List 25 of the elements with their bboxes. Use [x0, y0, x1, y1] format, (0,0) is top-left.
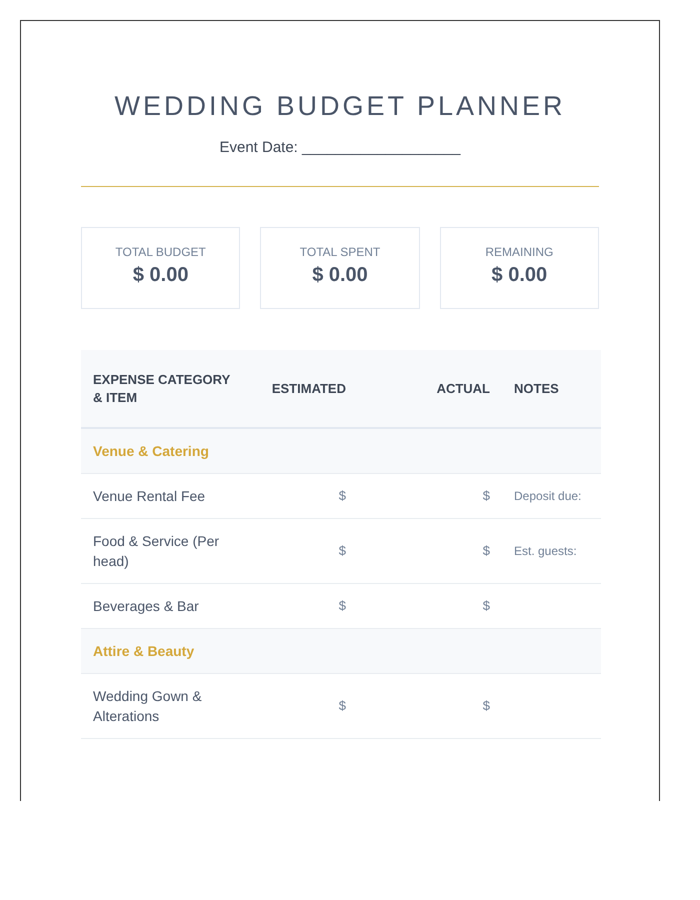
column-header: EXPENSE CATEGORY & ITEM: [81, 350, 250, 428]
table-cell: Wedding Gown & Alterations: [81, 674, 250, 738]
category-heading: Attire & Beauty: [81, 628, 601, 674]
table-cell: $: [358, 518, 502, 584]
column-header: NOTES: [502, 350, 601, 428]
table-cell: Venue Rental Fee: [81, 474, 250, 518]
card-label: TOTAL SPENT: [300, 245, 380, 259]
column-header: ESTIMATED: [250, 350, 358, 428]
card-value: $ 0.00: [312, 264, 368, 287]
table-cell: Food & Service (Per head): [81, 518, 250, 584]
event-date-line: Event Date: ___________________: [218, 139, 462, 156]
table-cell: Deposit due:: [502, 474, 601, 518]
table-cell: Est. guests:: [502, 518, 601, 584]
page-title: WEDDING BUDGET PLANNER: [113, 91, 567, 122]
table-cell: $: [250, 474, 358, 518]
card-label: TOTAL BUDGET: [115, 245, 206, 259]
table-cell: $: [358, 474, 502, 518]
table-cell: $: [250, 518, 358, 584]
category-heading: Venue & Catering: [81, 428, 601, 474]
column-header: ACTUAL: [358, 350, 502, 428]
card-value: $ 0.00: [132, 264, 188, 287]
card-label: REMAINING: [485, 245, 554, 259]
table-cell: $: [250, 674, 358, 738]
table-cell: $: [358, 674, 502, 738]
card-value: $ 0.00: [492, 264, 548, 287]
